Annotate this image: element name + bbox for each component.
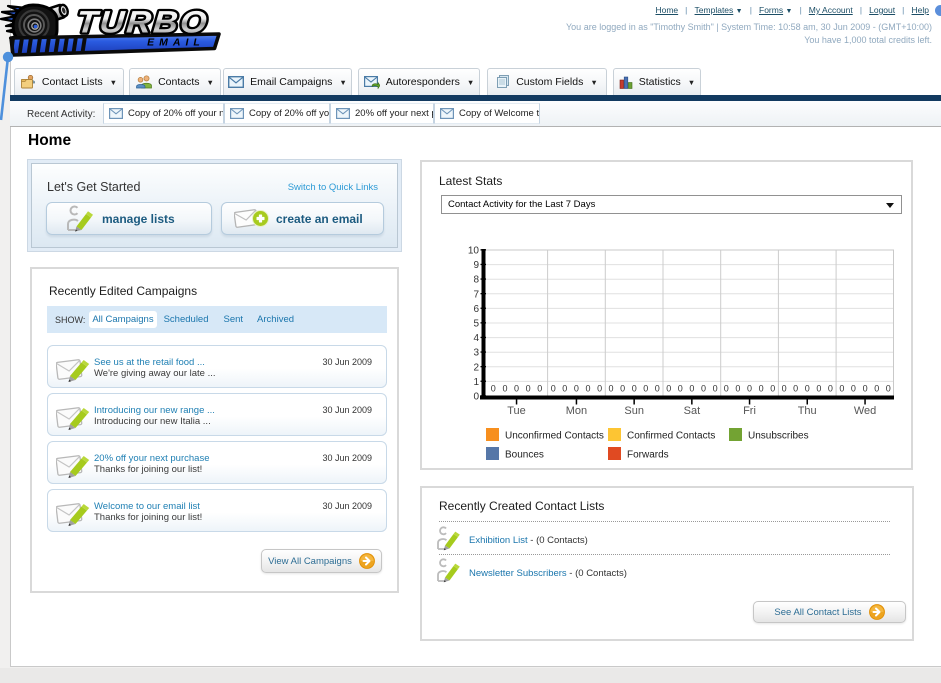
svg-text:Sun: Sun — [624, 405, 644, 417]
svg-text:0: 0 — [851, 384, 856, 394]
svg-text:0: 0 — [526, 384, 531, 394]
svg-text:0: 0 — [551, 384, 556, 394]
svg-text:4: 4 — [473, 333, 479, 344]
svg-text:0: 0 — [828, 384, 833, 394]
svg-text:10: 10 — [468, 246, 480, 257]
svg-text:0: 0 — [724, 384, 729, 394]
svg-text:0: 0 — [805, 384, 810, 394]
svg-text:0: 0 — [666, 384, 671, 394]
svg-text:9: 9 — [473, 260, 479, 271]
svg-text:0: 0 — [770, 384, 775, 394]
svg-text:TURBO: TURBO — [75, 4, 210, 39]
svg-text:Thu: Thu — [798, 405, 817, 417]
svg-text:0: 0 — [839, 384, 844, 394]
svg-text:Unsubscribes: Unsubscribes — [748, 431, 809, 442]
svg-text:0: 0 — [747, 384, 752, 394]
svg-text:0: 0 — [574, 384, 579, 394]
svg-text:0: 0 — [562, 384, 567, 394]
svg-text:0: 0 — [537, 384, 542, 394]
svg-text:2: 2 — [473, 362, 479, 373]
svg-text:0: 0 — [655, 384, 660, 394]
svg-text:Mon: Mon — [566, 405, 587, 417]
svg-text:0: 0 — [701, 384, 706, 394]
svg-text:6: 6 — [473, 304, 479, 315]
svg-text:0: 0 — [874, 384, 879, 394]
svg-text:Tue: Tue — [507, 405, 526, 417]
svg-text:0: 0 — [597, 384, 602, 394]
svg-text:0: 0 — [632, 384, 637, 394]
svg-text:0: 0 — [816, 384, 821, 394]
svg-text:0: 0 — [620, 384, 625, 394]
svg-text:Bounces: Bounces — [505, 450, 544, 461]
svg-text:0: 0 — [678, 384, 683, 394]
svg-text:0: 0 — [886, 384, 891, 394]
svg-text:3: 3 — [473, 348, 479, 359]
svg-text:0: 0 — [585, 384, 590, 394]
svg-text:0: 0 — [502, 384, 507, 394]
svg-text:Sat: Sat — [684, 405, 701, 417]
svg-text:0: 0 — [689, 384, 694, 394]
svg-text:Confirmed Contacts: Confirmed Contacts — [627, 431, 715, 442]
svg-text:Wed: Wed — [854, 405, 876, 417]
svg-text:0: 0 — [793, 384, 798, 394]
svg-text:Unconfirmed Contacts: Unconfirmed Contacts — [505, 431, 604, 442]
svg-text:5: 5 — [473, 319, 479, 330]
svg-text:0: 0 — [713, 384, 718, 394]
svg-text:0: 0 — [643, 384, 648, 394]
svg-text:0: 0 — [473, 392, 479, 403]
svg-text:0: 0 — [863, 384, 868, 394]
svg-text:8: 8 — [473, 275, 479, 286]
svg-text:0: 0 — [782, 384, 787, 394]
svg-text:1: 1 — [473, 377, 479, 388]
svg-text:7: 7 — [473, 289, 479, 300]
svg-text:0: 0 — [759, 384, 764, 394]
svg-text:0: 0 — [491, 384, 496, 394]
svg-text:0: 0 — [735, 384, 740, 394]
svg-text:Forwards: Forwards — [627, 450, 669, 461]
svg-text:Fri: Fri — [743, 405, 756, 417]
svg-text:0: 0 — [514, 384, 519, 394]
svg-text:0: 0 — [608, 384, 613, 394]
